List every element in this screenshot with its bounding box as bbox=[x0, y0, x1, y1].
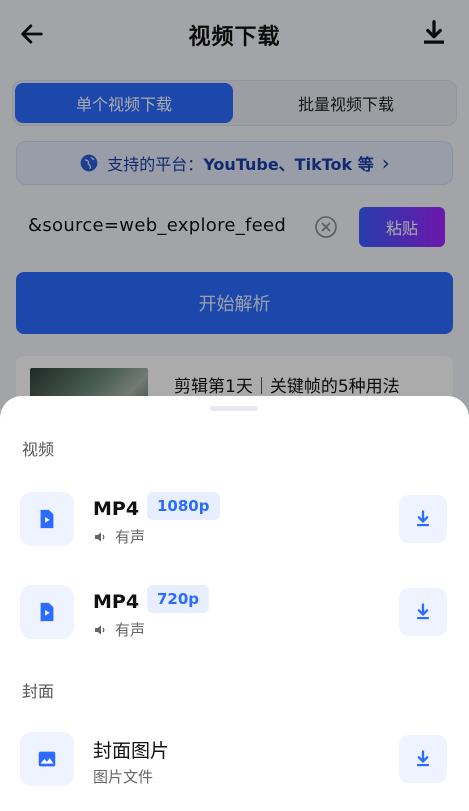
cover-name: 封面图片 bbox=[93, 740, 170, 762]
download-button-cover[interactable] bbox=[399, 735, 447, 783]
download-button-720p[interactable] bbox=[399, 588, 447, 636]
section-title-cover: 封面 bbox=[22, 682, 55, 701]
quality-badge: 1080p bbox=[147, 492, 220, 520]
quality-badge: 720p bbox=[147, 585, 210, 613]
cover-type: 图片文件 bbox=[93, 768, 154, 786]
video-file-icon-box bbox=[20, 585, 74, 639]
video-file-icon bbox=[40, 602, 54, 622]
video-file-icon-box bbox=[20, 492, 74, 546]
download-icon bbox=[417, 510, 429, 527]
video-file-icon bbox=[40, 509, 54, 529]
section-title-video: 视频 bbox=[22, 440, 55, 459]
format-label: MP4 bbox=[93, 498, 140, 520]
download-icon bbox=[417, 603, 429, 620]
download-option-1080p[interactable]: MP4 1080p 有声 bbox=[20, 492, 450, 548]
audio-label: 有声 bbox=[115, 621, 146, 639]
download-option-720p[interactable]: MP4 720p 有声 bbox=[20, 585, 450, 641]
audio-label: 有声 bbox=[115, 528, 146, 546]
audio-status: 有声 bbox=[93, 526, 145, 547]
download-option-cover[interactable]: 封面图片 图片文件 bbox=[20, 732, 450, 788]
speaker-icon bbox=[95, 531, 105, 542]
download-icon bbox=[417, 750, 429, 767]
sheet-drag-handle[interactable] bbox=[210, 406, 258, 411]
speaker-icon bbox=[95, 624, 105, 635]
image-icon bbox=[38, 751, 56, 767]
image-file-icon-box bbox=[20, 732, 74, 786]
format-label: MP4 bbox=[93, 591, 140, 613]
download-options-sheet: 视频 MP4 1080p 有声 MP4 720p 有声 封面 封面图片 图片文件 bbox=[0, 396, 469, 811]
download-button-1080p[interactable] bbox=[399, 495, 447, 543]
audio-status: 有声 bbox=[93, 619, 145, 640]
